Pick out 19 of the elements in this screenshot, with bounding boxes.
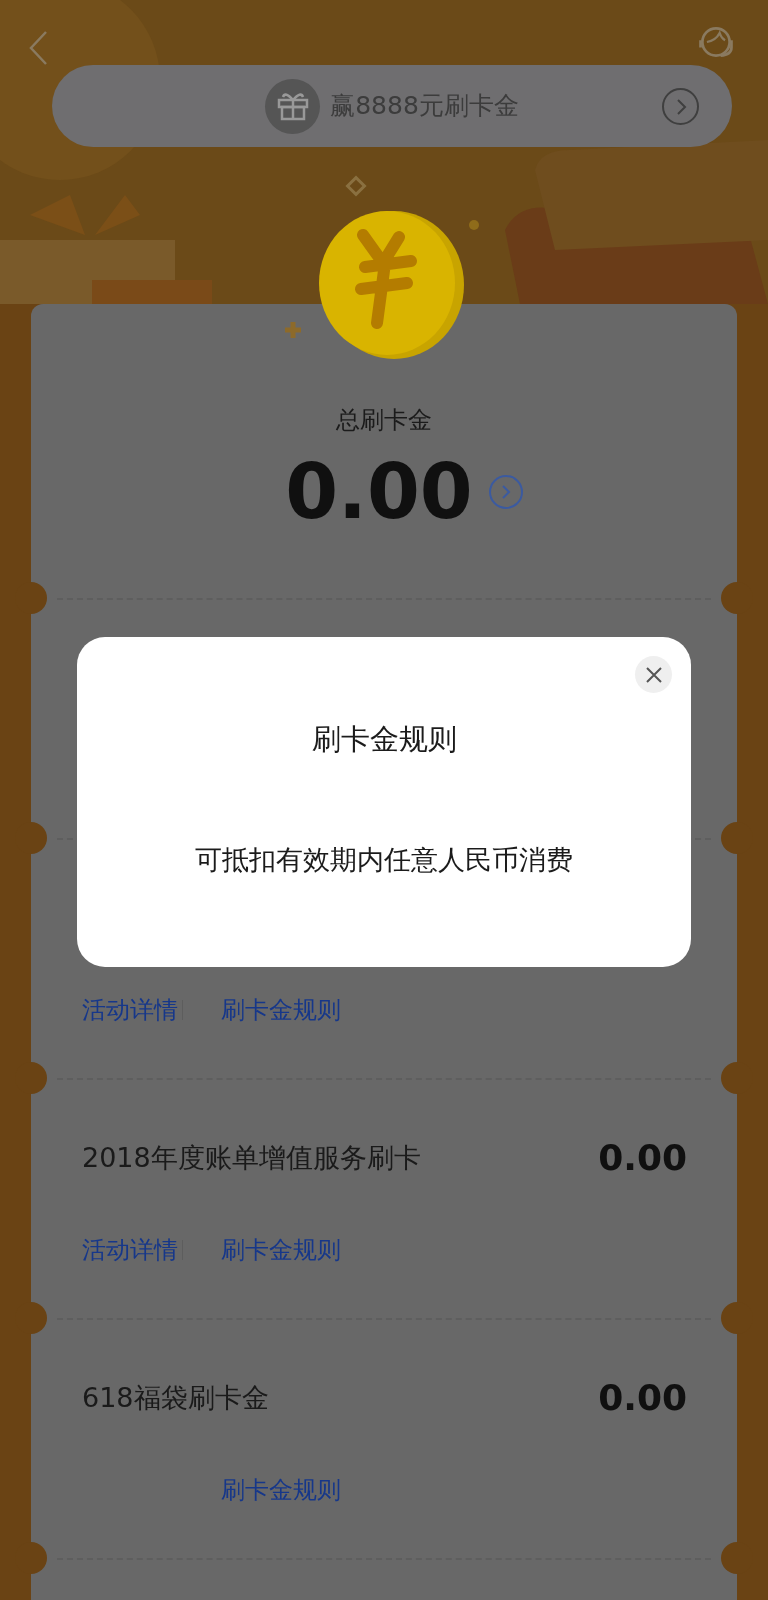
- item-title: 2018年度账单增值服务刷卡: [82, 1141, 421, 1175]
- dialog-title: 刷卡金规则: [311, 721, 457, 758]
- back-icon[interactable]: [28, 30, 50, 66]
- chevron-right-icon[interactable]: [488, 475, 523, 509]
- sparkle-icon: [284, 321, 302, 339]
- total-amount: 0.00: [285, 450, 473, 534]
- item-title: 618福袋刷卡金: [82, 1381, 269, 1415]
- total-label: 总刷卡金: [336, 405, 432, 436]
- link[interactable]: 活动详情: [82, 996, 178, 1024]
- item-amount: 0.00: [598, 1136, 687, 1180]
- link[interactable]: 刷卡金规则: [221, 1236, 341, 1264]
- close-icon: [644, 665, 663, 684]
- dialog-text: 可抵扣有效期内任意人民币消费: [195, 843, 573, 877]
- close-button[interactable]: [635, 656, 672, 693]
- link[interactable]: 刷卡金规则: [221, 1476, 341, 1504]
- link[interactable]: 刷卡金规则: [221, 996, 341, 1024]
- link[interactable]: 活动详情: [82, 1236, 178, 1264]
- chevron-right-icon: [662, 88, 699, 125]
- item-amount: 0.00: [598, 1376, 687, 1420]
